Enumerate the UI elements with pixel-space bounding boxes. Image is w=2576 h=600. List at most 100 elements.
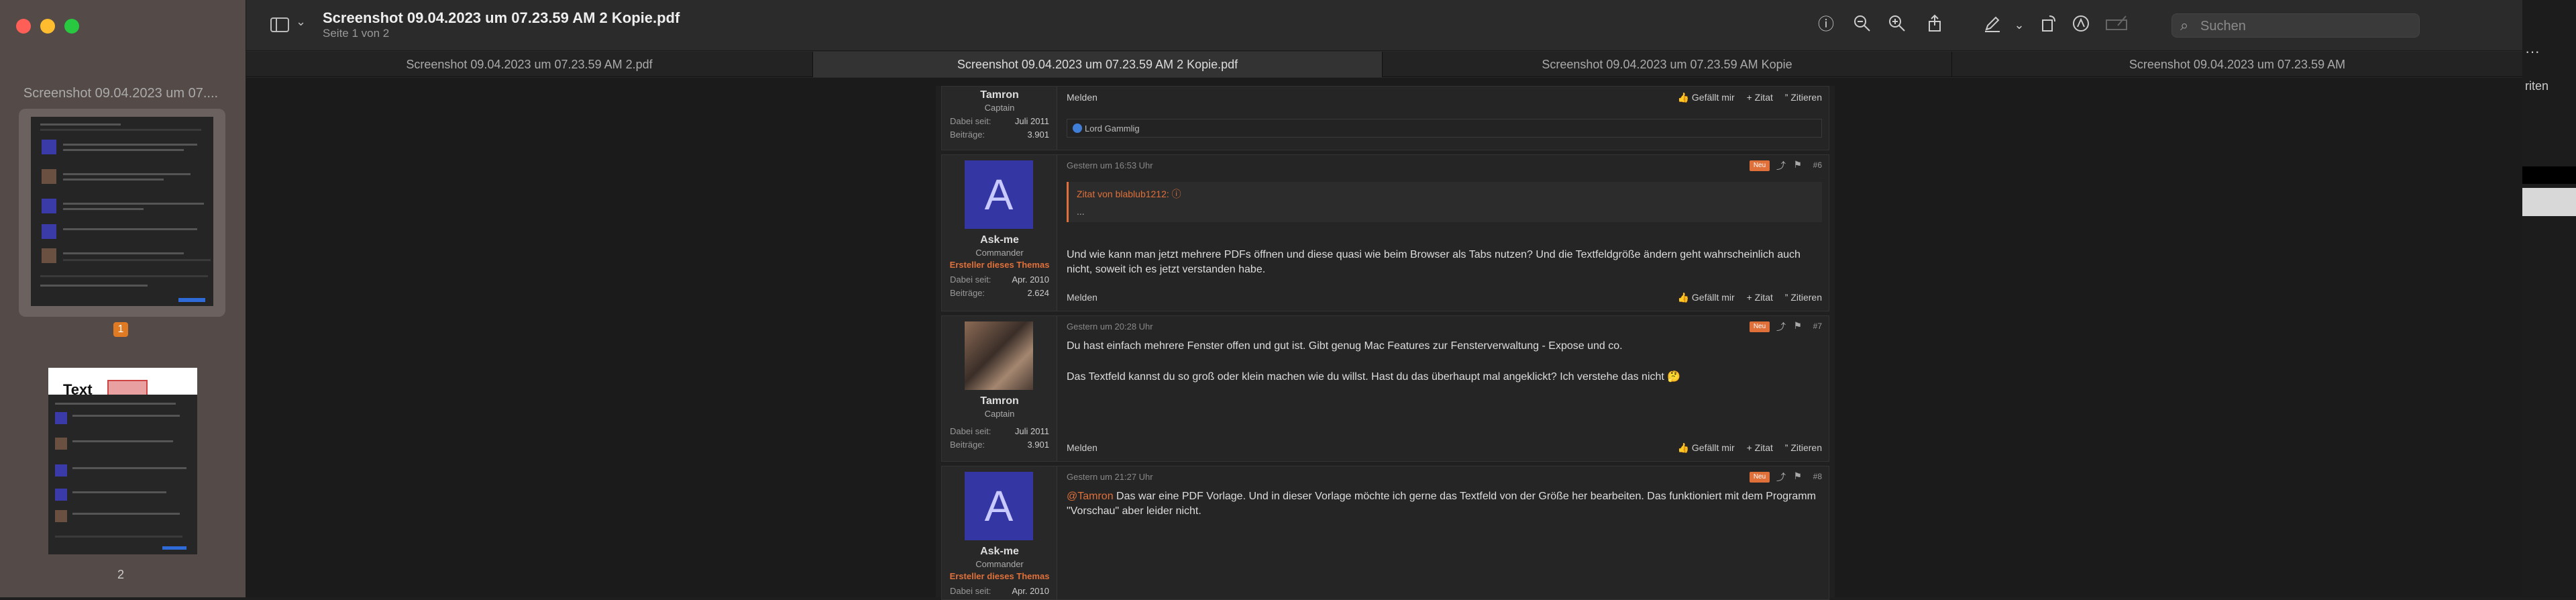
post-number[interactable]: #6: [1813, 160, 1822, 170]
liker-name[interactable]: Lord Gammlig: [1085, 123, 1140, 134]
page-1-thumbnail[interactable]: [31, 117, 213, 306]
share-icon[interactable]: ⤴: [1776, 320, 1786, 334]
post-text: @Tamron Das war eine PDF Vorlage. Und in…: [1067, 489, 1818, 519]
username[interactable]: Tamron: [942, 89, 1057, 101]
search-input[interactable]: [2200, 18, 2408, 34]
background-partial-text: riten: [2525, 79, 2549, 93]
background-band: [2522, 188, 2576, 216]
avatar[interactable]: A: [965, 160, 1033, 229]
minimize-window-button[interactable]: [40, 19, 55, 34]
new-badge: Neu: [1750, 160, 1770, 171]
close-window-button[interactable]: [16, 19, 31, 34]
post-timestamp[interactable]: Gestern um 16:53 Uhr: [1067, 160, 1153, 170]
post-timestamp[interactable]: Gestern um 20:28 Uhr: [1067, 321, 1153, 332]
post-timestamp[interactable]: Gestern um 21:27 Uhr: [1067, 472, 1153, 482]
avatar[interactable]: A: [965, 472, 1033, 540]
sidebar-toggle-icon[interactable]: [270, 17, 289, 32]
likes-list: Lord Gammlig: [1067, 119, 1822, 138]
post-text-body: Das war eine PDF Vorlage. Und in dieser …: [1067, 491, 1816, 517]
report-link[interactable]: Melden: [1067, 292, 1097, 303]
thread-starter-badge: Ersteller dieses Themas: [949, 260, 1050, 270]
quote-button[interactable]: + Zitat: [1747, 92, 1773, 103]
tab-document-4[interactable]: Screenshot 09.04.2023 um 07.23.59 AM: [1952, 52, 2522, 77]
markup-pen-icon[interactable]: [1981, 13, 2004, 36]
post-count: Beiträge: 3.901: [950, 440, 1049, 450]
post-count: Beiträge: 2.624: [950, 288, 1049, 298]
post-actions: Melden 👍 Gefällt mir + Zitat ” Zitieren: [1067, 291, 1822, 305]
like-button[interactable]: 👍 Gefällt mir: [1678, 92, 1735, 103]
share-icon[interactable]: ⤴: [1776, 159, 1786, 172]
member-since: Dabei seit: Juli 2011: [950, 116, 1049, 126]
like-button[interactable]: 👍 Gefällt mir: [1678, 442, 1735, 453]
thumbnail-doc-title: Screenshot 09.04.2023 um 07....: [23, 86, 219, 101]
bookmark-icon[interactable]: ⚑: [1793, 320, 1802, 332]
share-icon[interactable]: [1923, 13, 1946, 36]
tab-document-1[interactable]: Screenshot 09.04.2023 um 07.23.59 AM 2.p…: [246, 52, 813, 77]
user-avatar-icon: [1073, 123, 1082, 133]
tab-document-3[interactable]: Screenshot 09.04.2023 um 07.23.59 AM Kop…: [1383, 52, 1952, 77]
preview-window: Screenshot 09.04.2023 um 07.... 1 Text 2…: [0, 0, 2522, 600]
pdf-page: Tamron Captain Dabei seit: Juli 2011 Beit…: [936, 86, 1835, 600]
annotate-icon[interactable]: [2070, 13, 2092, 36]
bookmark-icon[interactable]: ⚑: [1793, 470, 1802, 482]
report-link[interactable]: Melden: [1067, 92, 1097, 103]
post-count: Beiträge: 3.901: [950, 130, 1049, 140]
background-band: [2522, 166, 2576, 184]
document-title: Screenshot 09.04.2023 um 07.23.59 AM 2 K…: [323, 9, 680, 26]
rotate-icon[interactable]: [2037, 13, 2060, 36]
post-text: Du hast einfach mehrere Fenster offen un…: [1067, 340, 1623, 352]
quote-button[interactable]: + Zitat: [1747, 292, 1773, 303]
post-actions: Melden 👍 Gefällt mir + Zitat ” Zitieren: [1067, 91, 1822, 105]
chevron-down-icon[interactable]: ⌄: [2008, 13, 2031, 36]
form-fill-icon: [2104, 13, 2127, 36]
report-link[interactable]: Melden: [1067, 442, 1097, 453]
page-1-thumbnail-selected[interactable]: [19, 109, 225, 317]
cite-button[interactable]: ” Zitieren: [1785, 92, 1822, 103]
user-rank: Commander: [975, 248, 1024, 258]
username[interactable]: Ask-me: [942, 546, 1057, 558]
thread-starter-badge: Ersteller dieses Themas: [949, 571, 1050, 581]
cite-button[interactable]: ” Zitieren: [1785, 292, 1822, 303]
username[interactable]: Ask-me: [942, 234, 1057, 246]
post-number[interactable]: #8: [1813, 472, 1822, 481]
zoom-in-icon[interactable]: [1886, 13, 1909, 36]
bookmark-icon[interactable]: ⚑: [1793, 159, 1802, 170]
user-info: Tamron Captain Dabei seit: Juli 2011 Beit…: [942, 87, 1057, 150]
page-2-number: 2: [117, 568, 124, 581]
zoom-out-icon[interactable]: [1851, 13, 1874, 36]
user-rank: Captain: [984, 409, 1015, 419]
like-button[interactable]: 👍 Gefällt mir: [1678, 292, 1735, 303]
post-number[interactable]: #7: [1813, 321, 1822, 331]
info-icon[interactable]: ⓘ: [1815, 13, 1837, 36]
tab-document-2-active[interactable]: Screenshot 09.04.2023 um 07.23.59 AM 2 K…: [813, 52, 1383, 77]
page-indicator: Seite 1 von 2: [323, 27, 390, 40]
tab-bar: Screenshot 09.04.2023 um 07.23.59 AM 2.p…: [246, 52, 2522, 77]
quote-block: Zitat von blablub1212: ⓘ ...: [1067, 182, 1822, 222]
user-info: A Ask-me Commander Ersteller dieses Them…: [942, 155, 1057, 311]
thumbnail-sidebar: Screenshot 09.04.2023 um 07.... 1 Text 2: [0, 0, 246, 597]
username[interactable]: Tamron: [942, 395, 1057, 407]
quote-author[interactable]: Zitat von blablub1212: ⓘ: [1077, 187, 1181, 201]
forum-post: Tamron Captain Dabei seit: Juli 2011 Beit…: [941, 86, 1829, 150]
page-2-thumbnail[interactable]: Text: [48, 368, 197, 554]
quote-text: ...: [1077, 206, 1085, 217]
cite-button[interactable]: ” Zitieren: [1785, 442, 1822, 453]
share-icon[interactable]: ⤴: [1776, 470, 1786, 484]
user-mention[interactable]: @Tamron: [1067, 491, 1114, 502]
member-since: Dabei seit: Apr. 2010: [950, 274, 1049, 285]
new-badge: Neu: [1750, 472, 1770, 483]
new-badge: Neu: [1750, 321, 1770, 332]
quote-button[interactable]: + Zitat: [1747, 442, 1773, 453]
user-info: Tamron Captain Dabei seit: Juli 2011 Beit…: [942, 316, 1057, 461]
zoom-window-button[interactable]: [64, 19, 79, 34]
page-1-number: 1: [113, 322, 128, 337]
user-rank: Captain: [984, 103, 1015, 113]
chevron-down-icon[interactable]: ⌄: [296, 15, 306, 29]
more-icon[interactable]: ···: [2525, 43, 2540, 60]
avatar[interactable]: [965, 321, 1033, 390]
post-text: Und wie kann man jetzt mehrere PDFs öffn…: [1067, 249, 1801, 275]
post-actions: Melden 👍 Gefällt mir + Zitat ” Zitieren: [1067, 441, 1822, 456]
document-view[interactable]: Tamron Captain Dabei seit: Juli 2011 Beit…: [246, 78, 2522, 600]
forum-post: Tamron Captain Dabei seit: Juli 2011 Beit…: [941, 315, 1829, 462]
search-field[interactable]: ⌕: [2171, 13, 2420, 38]
